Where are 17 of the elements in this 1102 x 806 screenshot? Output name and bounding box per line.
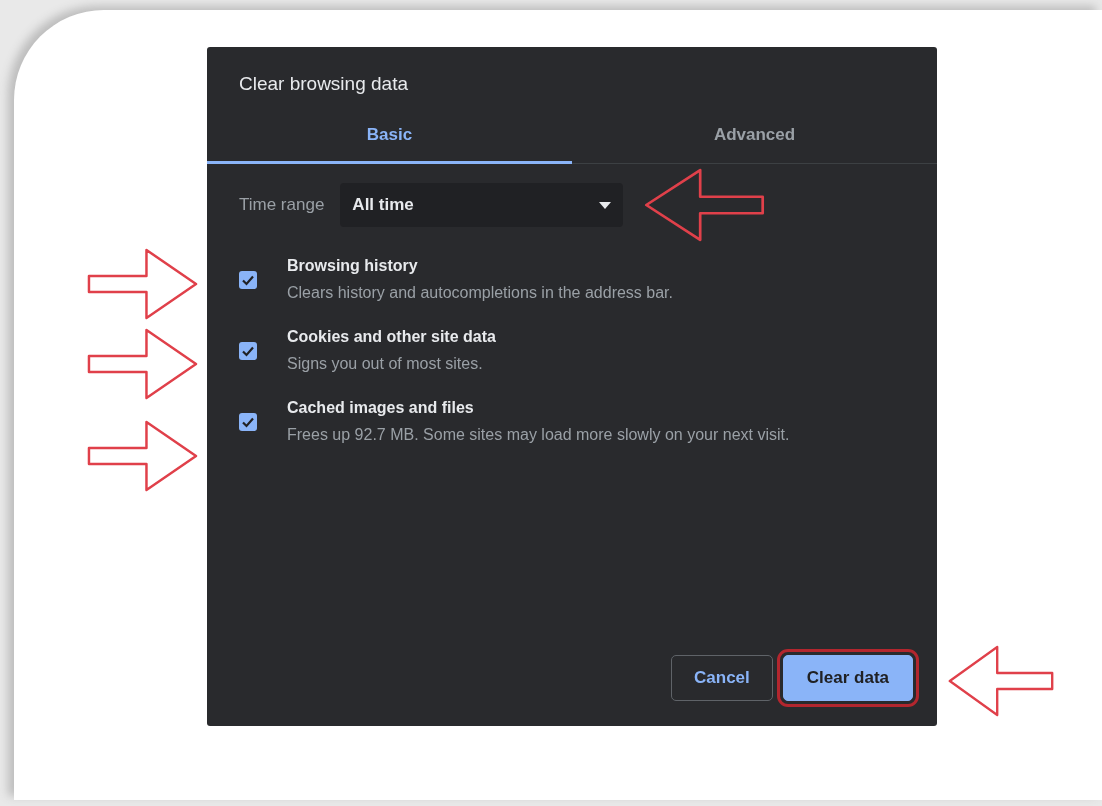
- time-range-label: Time range: [239, 195, 325, 215]
- time-range-dropdown[interactable]: All time: [340, 183, 624, 227]
- option-description: Clears history and autocompletions in the address bar.: [287, 284, 673, 302]
- option-title: Cached images and files: [287, 399, 475, 417]
- option-title: Cookies and other site data: [287, 328, 496, 346]
- dropdown-value: All time: [352, 195, 414, 215]
- checkbox[interactable]: [239, 412, 257, 431]
- tab[interactable]: Advanced: [572, 111, 937, 164]
- checkbox[interactable]: [239, 270, 257, 289]
- option-description: Frees up 92.7 MB. Some sites may load more slowly on your next visit.: [287, 426, 790, 444]
- caret-icon: [599, 201, 612, 209]
- tab[interactable]: Basic: [207, 111, 572, 164]
- option-title: Browsing history: [287, 257, 419, 275]
- cancel-button[interactable]: Cancel: [671, 655, 773, 701]
- dialog-title: Clear browsing data: [238, 72, 409, 96]
- checkbox[interactable]: [239, 341, 257, 360]
- option-description: Signs you out of most sites.: [287, 355, 484, 373]
